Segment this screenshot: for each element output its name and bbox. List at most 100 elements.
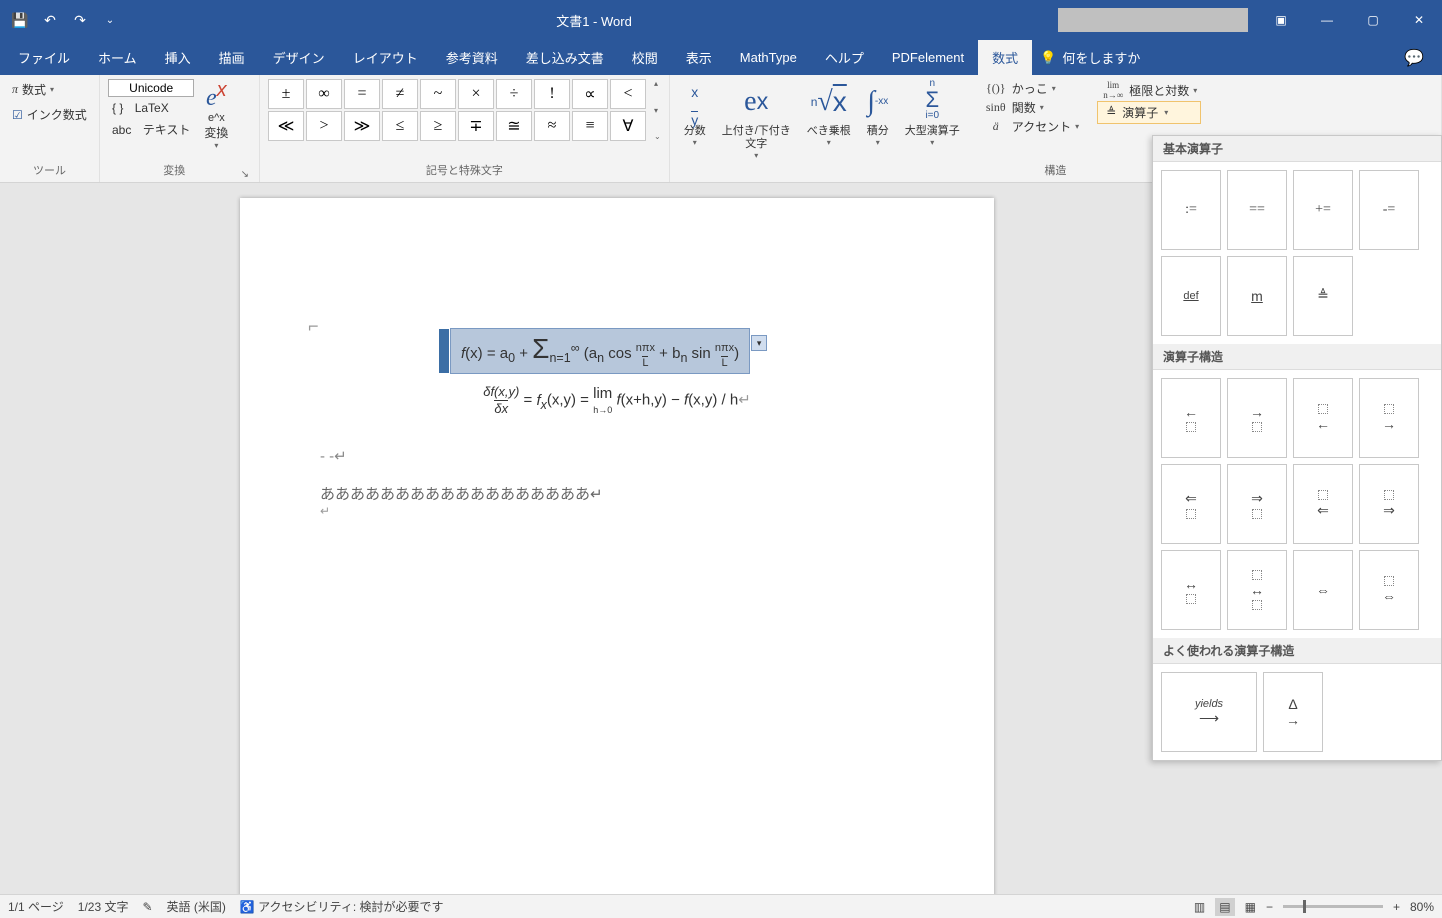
symbol-approx[interactable]: ≈ (534, 111, 570, 141)
symbol-times[interactable]: × (458, 79, 494, 109)
symbol-gt[interactable]: > (306, 111, 342, 141)
op-struct-5[interactable]: ⇐ (1161, 464, 1221, 544)
tab-equation[interactable]: 数式 (978, 40, 1032, 75)
symbol-pm[interactable]: ± (268, 79, 304, 109)
op-m[interactable]: m (1227, 256, 1287, 336)
view-web-icon[interactable]: ▦ (1245, 900, 1256, 914)
op-struct-2[interactable]: → (1227, 378, 1287, 458)
comments-icon[interactable]: 💬 (1404, 48, 1438, 68)
bracket-button[interactable]: {()}かっこ ▾ (980, 79, 1083, 98)
symbol-tilde[interactable]: ~ (420, 79, 456, 109)
convert-button[interactable]: ex e^x 変換 ▾ (198, 79, 234, 150)
symbol-neq[interactable]: ≠ (382, 79, 418, 109)
op-coloneq[interactable]: := (1161, 170, 1221, 250)
tab-references[interactable]: 参考資料 (432, 40, 512, 75)
ribbon-display-icon[interactable]: ▣ (1258, 0, 1304, 40)
undo-button[interactable]: ↶ (38, 8, 62, 32)
radical-button[interactable]: n√xべき乗根▾ (801, 79, 857, 147)
save-button[interactable]: 💾 (8, 8, 32, 32)
tell-me-search[interactable]: 💡 何をしますか (1040, 48, 1140, 67)
symbols-more[interactable]: ⌄ (654, 132, 661, 141)
op-triangle-eq[interactable]: ≜ (1293, 256, 1353, 336)
integral-button[interactable]: ∫-xx積分▾ (861, 79, 895, 147)
zoom-in-button[interactable]: + (1393, 900, 1400, 914)
conversion-launcher[interactable]: ↘ (241, 169, 251, 180)
op-struct-4[interactable]: → (1359, 378, 1419, 458)
tab-layout[interactable]: レイアウト (339, 40, 432, 75)
zoom-out-button[interactable]: − (1266, 900, 1273, 914)
equation-selected[interactable]: f(x) = a0 + Σn=1∞ (an cos nπxL + bn sin … (450, 328, 750, 374)
maximize-button[interactable]: ▢ (1350, 0, 1396, 40)
op-struct-9[interactable]: ↔ (1161, 550, 1221, 630)
symbol-equiv[interactable]: ≡ (572, 111, 608, 141)
tab-mailings[interactable]: 差し込み文書 (512, 40, 618, 75)
function-button[interactable]: sinθ関数 ▾ (980, 98, 1083, 117)
symbol-le[interactable]: ≤ (382, 111, 418, 141)
operator-button[interactable]: ≜演算子 ▾ (1097, 101, 1201, 124)
symbol-lt[interactable]: < (610, 79, 646, 109)
text-button[interactable]: abc テキスト (108, 119, 194, 140)
redo-button[interactable]: ↷ (68, 8, 92, 32)
symbol-cong[interactable]: ≅ (496, 111, 532, 141)
op-struct-6[interactable]: ⇒ (1227, 464, 1287, 544)
page-indicator[interactable]: 1/1 ページ (8, 898, 64, 915)
op-struct-10[interactable]: ↔ (1227, 550, 1287, 630)
symbol-ll[interactable]: ≪ (268, 111, 304, 141)
word-count[interactable]: 1/23 文字 (78, 898, 129, 915)
op-delta[interactable]: Δ→ (1263, 672, 1323, 752)
op-yields[interactable]: yields⟶ (1161, 672, 1257, 752)
tab-pdfelement[interactable]: PDFelement (878, 40, 978, 75)
dashes-line[interactable]: - -↵ (320, 447, 914, 465)
op-struct-7[interactable]: ⇐ (1293, 464, 1353, 544)
accent-button[interactable]: äアクセント ▾ (980, 117, 1083, 136)
op-struct-12[interactable]: ⇔ (1359, 550, 1419, 630)
spellcheck-icon[interactable]: ✎ (142, 900, 152, 914)
document-page[interactable]: ⌐ f(x) = a0 + Σn=1∞ (an cos nπxL + bn si… (240, 198, 994, 894)
symbol-inf[interactable]: ∞ (306, 79, 342, 109)
symbols-scroll-down[interactable]: ▾ (654, 106, 661, 115)
ink-equation-button[interactable]: ☑ インク数式 (8, 104, 91, 125)
tab-design[interactable]: デザイン (259, 40, 339, 75)
symbol-forall[interactable]: ∀ (610, 111, 646, 141)
tab-mathtype[interactable]: MathType (726, 40, 811, 75)
language-indicator[interactable]: 英語 (米国) (167, 898, 226, 915)
symbol-gg[interactable]: ≫ (344, 111, 380, 141)
script-button[interactable]: ex上付き/下付き 文字▾ (716, 79, 797, 160)
symbol-eq[interactable]: = (344, 79, 380, 109)
symbol-prop[interactable]: ∝ (572, 79, 608, 109)
tab-insert[interactable]: 挿入 (151, 40, 205, 75)
accessibility-indicator[interactable]: ♿ アクセシビリティ: 検討が必要です (240, 898, 444, 915)
qat-overflow[interactable]: ⌄ (98, 8, 122, 32)
large-operator-button[interactable]: nΣi=0大型演算子▾ (899, 79, 966, 147)
close-button[interactable]: ✕ (1396, 0, 1442, 40)
op-eqeq[interactable]: == (1227, 170, 1287, 250)
hiragana-line[interactable]: ああああああああああああああああああ↵ (320, 483, 914, 504)
symbols-scroll-up[interactable]: ▴ (654, 79, 661, 88)
op-pluseq[interactable]: += (1293, 170, 1353, 250)
zoom-slider[interactable] (1283, 905, 1383, 908)
fraction-button[interactable]: xy分数▾ (678, 79, 712, 147)
symbol-bang[interactable]: ! (534, 79, 570, 109)
tab-review[interactable]: 校閲 (618, 40, 672, 75)
op-def[interactable]: def (1161, 256, 1221, 336)
symbol-ge[interactable]: ≥ (420, 111, 456, 141)
tab-help[interactable]: ヘルプ (811, 40, 878, 75)
minimize-button[interactable]: — (1304, 0, 1350, 40)
tab-file[interactable]: ファイル (4, 40, 84, 75)
view-read-icon[interactable]: ▥ (1194, 900, 1205, 914)
latex-button[interactable]: { } LaTeX (108, 99, 194, 117)
op-struct-3[interactable]: ← (1293, 378, 1353, 458)
tab-home[interactable]: ホーム (84, 40, 151, 75)
symbol-div[interactable]: ÷ (496, 79, 532, 109)
limit-button[interactable]: limn→∞極限と対数 ▾ (1097, 79, 1201, 101)
symbol-mp[interactable]: ∓ (458, 111, 494, 141)
view-print-icon[interactable]: ▤ (1215, 898, 1234, 916)
equation-dropdown[interactable]: π 数式 ▾ (8, 79, 58, 100)
equation-line-2[interactable]: δf(x,y)δx = fx(x,y) = limh→0 f(x+h,y) − … (320, 384, 914, 417)
zoom-level[interactable]: 80% (1410, 900, 1434, 914)
op-minuseq[interactable]: -= (1359, 170, 1419, 250)
op-struct-11[interactable]: ⇔ (1293, 550, 1353, 630)
tab-draw[interactable]: 描画 (205, 40, 259, 75)
op-struct-8[interactable]: ⇒ (1359, 464, 1419, 544)
tab-view[interactable]: 表示 (672, 40, 726, 75)
